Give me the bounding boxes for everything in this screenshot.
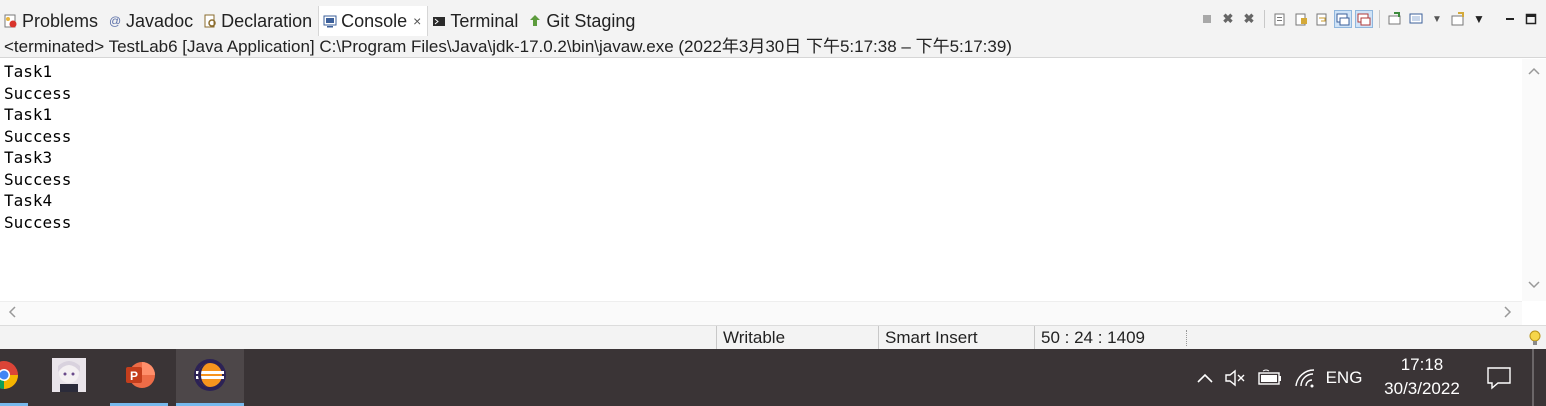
notification-icon[interactable]: [1486, 365, 1512, 391]
view-menu-icon[interactable]: ▼: [1470, 10, 1488, 28]
chevron-right-icon[interactable]: [1500, 305, 1516, 321]
vertical-scrollbar[interactable]: [1522, 59, 1546, 301]
minimize-icon[interactable]: [1501, 10, 1519, 28]
chevron-up-icon[interactable]: [1192, 372, 1218, 384]
anime-avatar-icon: [52, 358, 86, 397]
console-line: Success: [4, 212, 72, 232]
system-tray: ENG: [1192, 349, 1366, 406]
show-on-stdout-icon[interactable]: [1334, 10, 1352, 28]
tab-label: Console: [341, 10, 408, 31]
powerpoint-icon: P: [122, 358, 156, 397]
status-bar: Writable Smart Insert 50 : 24 : 1409: [0, 325, 1546, 350]
pin-console-icon[interactable]: [1386, 10, 1404, 28]
show-desktop-button[interactable]: [1532, 349, 1534, 406]
status-divider: [1186, 330, 1187, 346]
taskbar-app-chrome[interactable]: [0, 349, 28, 406]
clock-time: 17:18: [1400, 355, 1444, 374]
open-console-icon[interactable]: [1449, 10, 1467, 28]
clock-date: 30/3/2022: [1384, 379, 1460, 398]
svg-text:P: P: [130, 369, 138, 383]
maximize-icon[interactable]: [1522, 10, 1540, 28]
console-toolbar: ✖ ✖ ▼ ▼: [1198, 10, 1540, 28]
show-on-stderr-icon[interactable]: [1355, 10, 1373, 28]
language-indicator[interactable]: ENG: [1322, 368, 1366, 388]
status-writable: Writable: [716, 326, 878, 350]
chevron-left-icon[interactable]: [4, 305, 20, 321]
tab-label: Declaration: [221, 10, 313, 31]
chevron-down-icon[interactable]: ▼: [1428, 10, 1446, 28]
remove-all-terminated-icon[interactable]: ✖: [1240, 10, 1258, 28]
git-staging-icon: [528, 14, 542, 28]
toolbar-separator: [1379, 10, 1380, 28]
taskbar-app-eclipse[interactable]: [176, 349, 244, 406]
console-icon: [323, 14, 337, 28]
tab-problems[interactable]: Problems: [0, 6, 104, 36]
tab-label: Git Staging: [546, 10, 636, 31]
chevron-down-icon[interactable]: [1526, 279, 1542, 295]
taskbar-app-avatar[interactable]: [40, 349, 98, 406]
scroll-lock-icon[interactable]: [1292, 10, 1310, 28]
toolbar-separator: [1264, 10, 1265, 28]
horizontal-scrollbar[interactable]: [0, 301, 1522, 325]
chrome-icon: [0, 358, 28, 397]
display-selected-console-icon[interactable]: [1407, 10, 1425, 28]
word-wrap-icon[interactable]: [1313, 10, 1331, 28]
remove-launch-icon[interactable]: ✖: [1219, 10, 1237, 28]
clear-console-icon[interactable]: [1271, 10, 1289, 28]
tab-console[interactable]: Console ×: [318, 5, 429, 37]
tab-label: Javadoc: [126, 10, 194, 31]
console-line: Task1: [4, 105, 53, 124]
tab-terminal[interactable]: Terminal: [428, 6, 524, 36]
tab-javadoc[interactable]: @ Javadoc: [104, 6, 199, 36]
console-line: Success: [4, 169, 72, 189]
console-line: Success: [4, 126, 72, 146]
console-line: Success: [4, 83, 72, 103]
windows-taskbar: P ENG 17:18 30/3/2022: [0, 349, 1546, 406]
taskbar-app-powerpoint[interactable]: P: [110, 349, 168, 406]
system-clock[interactable]: 17:18 30/3/2022: [1370, 353, 1474, 401]
tab-list: Problems @ Javadoc Declaration Console ×…: [0, 5, 641, 37]
close-icon[interactable]: ×: [413, 13, 421, 29]
javadoc-icon: @: [108, 14, 122, 28]
tab-label: Terminal: [450, 10, 519, 31]
eclipse-icon: [192, 357, 228, 398]
declaration-icon: [203, 14, 217, 28]
problems-icon: [4, 14, 18, 28]
toolbar-separator: [1494, 10, 1495, 28]
chevron-up-icon[interactable]: [1526, 65, 1542, 81]
status-cursor-position[interactable]: 50 : 24 : 1409: [1034, 326, 1184, 350]
console-description: <terminated> TestLab6 [Java Application]…: [0, 36, 1546, 58]
console-line: Task4: [4, 191, 53, 210]
view-tab-bar: Problems @ Javadoc Declaration Console ×…: [0, 0, 1546, 37]
wifi-icon[interactable]: [1288, 368, 1322, 388]
tab-git-staging[interactable]: Git Staging: [524, 6, 641, 36]
battery-icon[interactable]: [1252, 369, 1288, 387]
console-line: Task3: [4, 148, 53, 167]
console-output[interactable]: Task1 Success Task1 Success Task3 Succes…: [0, 59, 1522, 301]
lightbulb-icon[interactable]: [1528, 329, 1542, 347]
console-line: Task1: [4, 62, 53, 81]
status-insert-mode[interactable]: Smart Insert: [878, 326, 1034, 350]
speaker-muted-icon[interactable]: [1218, 368, 1252, 388]
tab-label: Problems: [22, 10, 99, 31]
terminate-icon[interactable]: [1198, 10, 1216, 28]
tab-declaration[interactable]: Declaration: [199, 6, 318, 36]
terminal-icon: [432, 14, 446, 28]
